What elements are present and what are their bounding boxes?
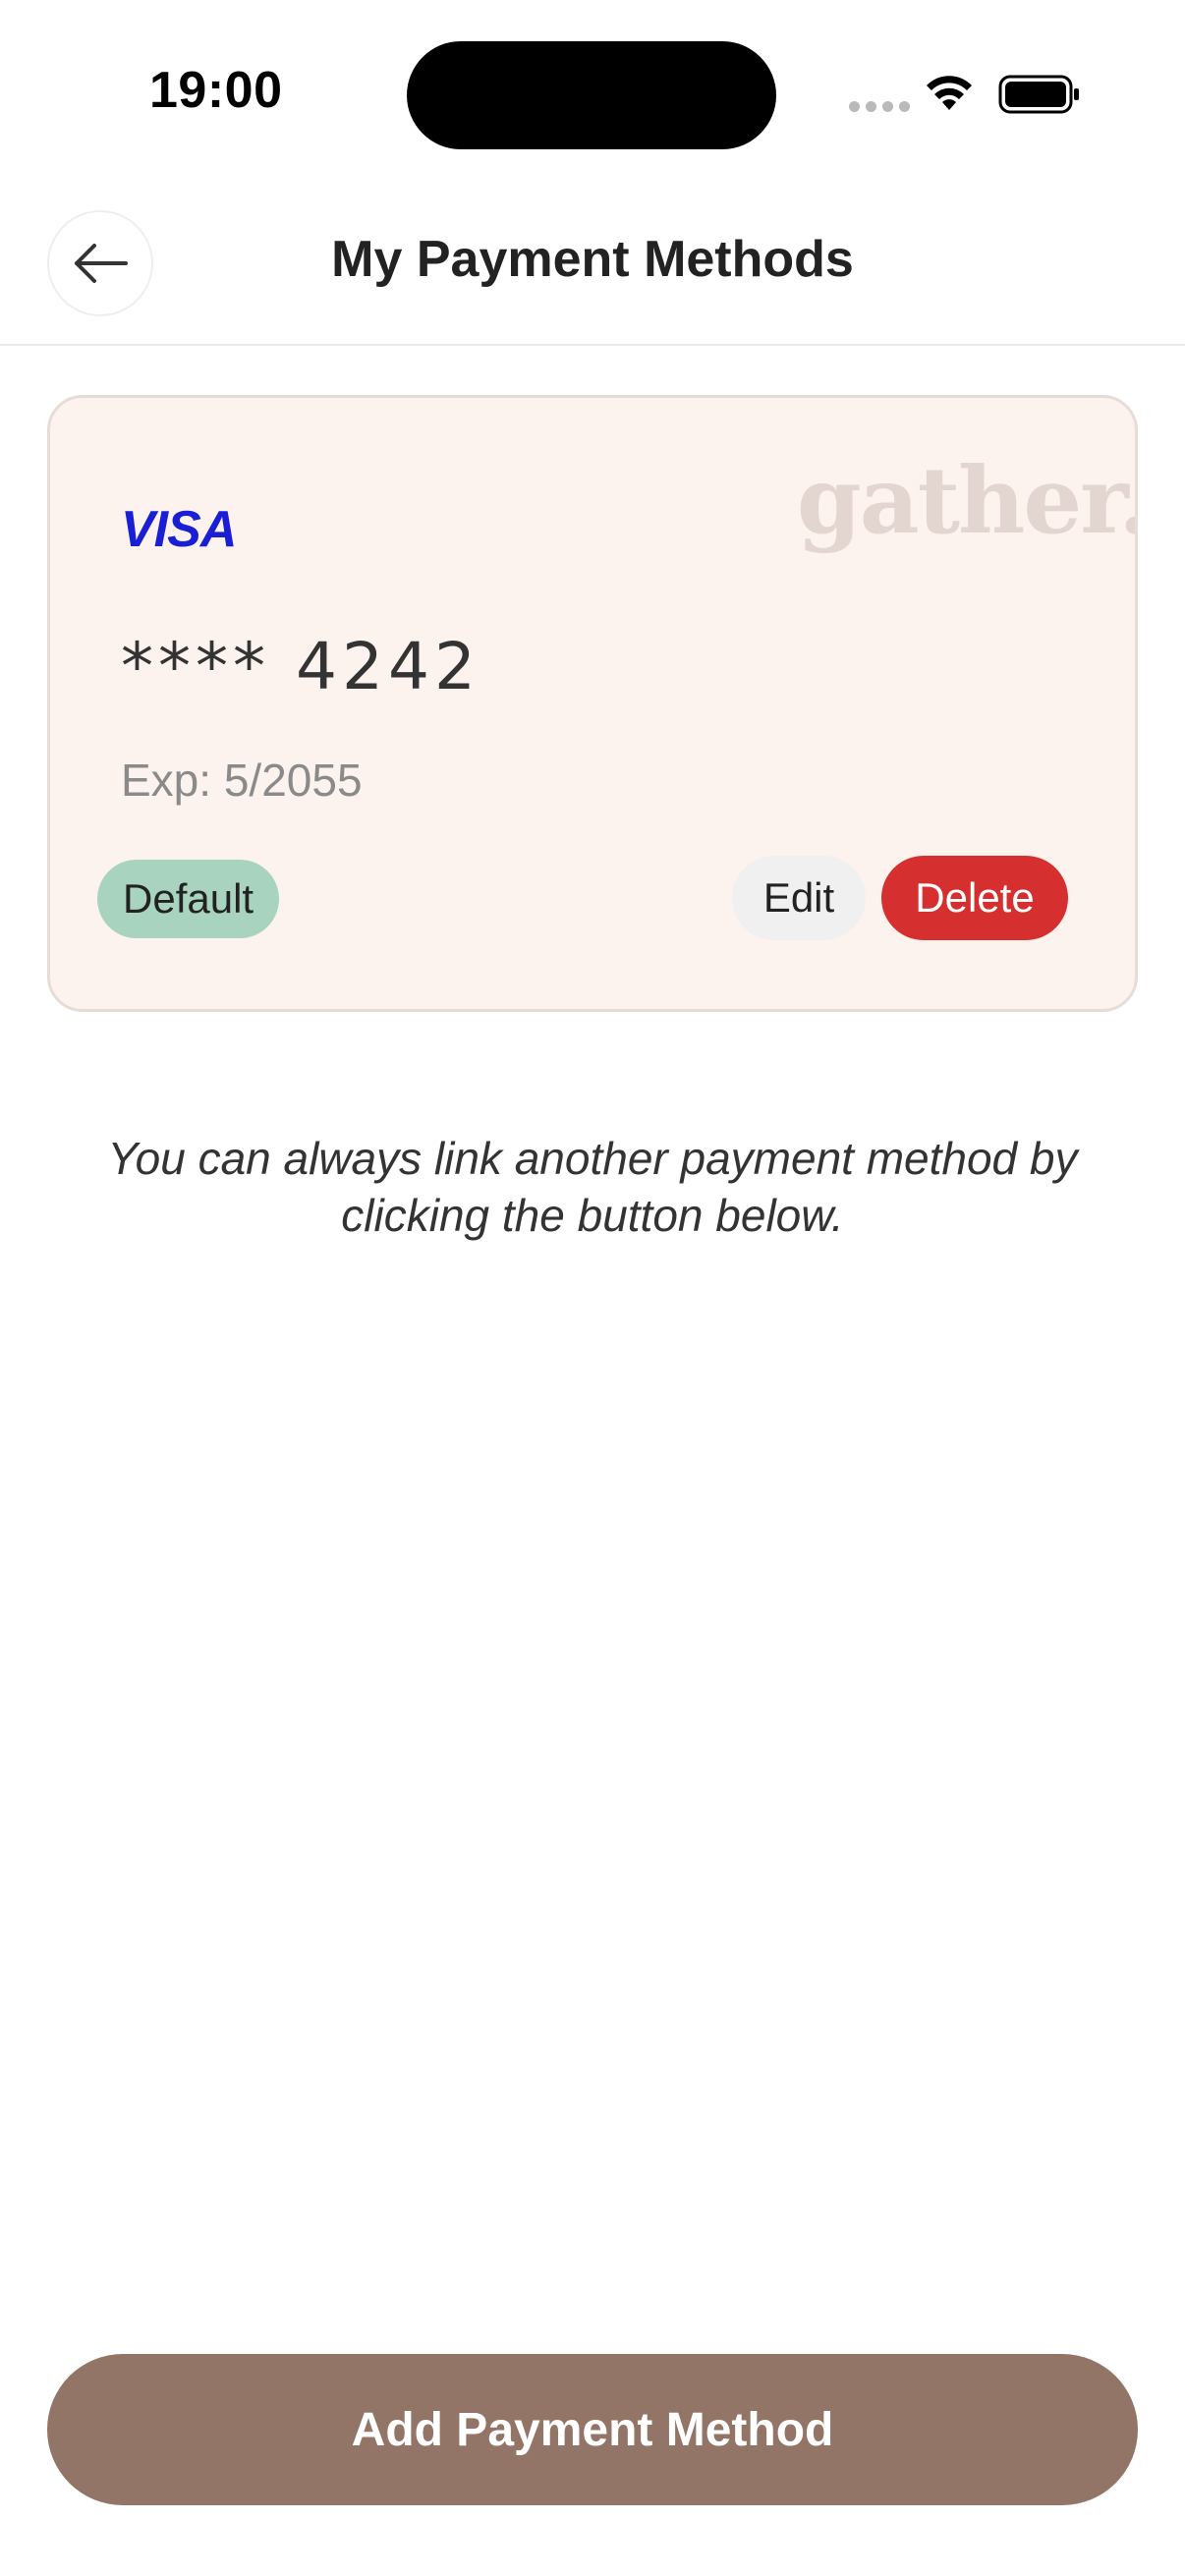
status-time: 19:00 (149, 62, 283, 119)
status-bar: 19:00 (0, 0, 1185, 187)
dynamic-island (407, 41, 776, 149)
payment-card: VISA gather. **** 4242 Exp: 5/2055 Defau… (47, 395, 1138, 1012)
hint-text: You can always link another payment meth… (107, 1133, 1078, 1241)
edit-button[interactable]: Edit (732, 856, 866, 940)
page-title: My Payment Methods (331, 231, 854, 288)
delete-button[interactable]: Delete (881, 856, 1068, 940)
add-payment-method-button[interactable]: Add Payment Method (47, 2354, 1138, 2505)
payment-methods-screen: 19:00 My Payment Methods VISA gather. **… (0, 0, 1185, 2576)
brand-watermark: gather. (797, 447, 1138, 555)
visa-logo: VISA (121, 501, 237, 558)
battery-icon (998, 75, 1079, 114)
default-badge: Default (97, 860, 280, 938)
wifi-icon (927, 76, 972, 110)
card-number: **** 4242 (121, 629, 480, 704)
card-expiry: Exp: 5/2055 (121, 755, 363, 806)
header: My Payment Methods (0, 187, 1185, 346)
cellular-signal-icon (849, 101, 910, 113)
